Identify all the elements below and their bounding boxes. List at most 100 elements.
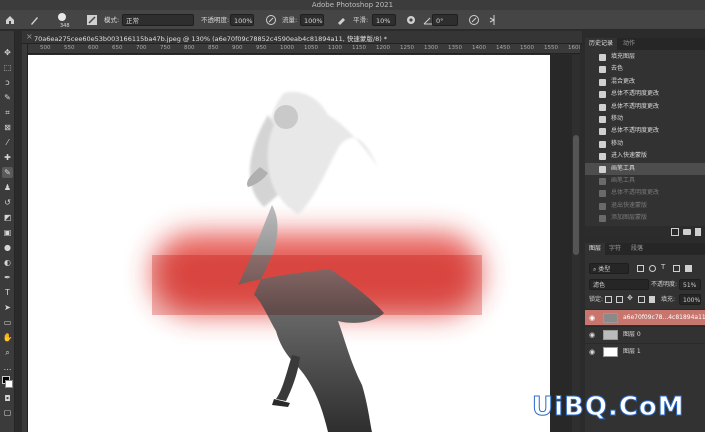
tab-actions[interactable]: 动作 <box>619 38 639 50</box>
frame-tool-icon[interactable]: ⊠ <box>2 122 13 133</box>
lock-artboard-icon[interactable] <box>638 296 645 303</box>
rectangle-tool-icon[interactable]: ▭ <box>2 317 13 328</box>
visibility-eye-icon[interactable]: ◉ <box>589 327 595 343</box>
filter-smart-object-icon[interactable] <box>685 265 692 272</box>
history-item[interactable]: 画笔工具 <box>585 162 705 176</box>
history-item[interactable]: 去色 <box>585 63 705 76</box>
ruler-tick-label: 1350 <box>448 45 462 51</box>
layer-opacity-input[interactable]: 51% <box>679 279 701 290</box>
mode-select[interactable]: 正常 <box>122 14 194 26</box>
tab-layers[interactable]: 图层 <box>585 243 606 255</box>
smoothing-input[interactable]: 10% <box>372 14 396 26</box>
layer-row[interactable]: ◉ a6e70f09c78...4c81894a11 <box>585 309 705 325</box>
history-brush-tool-icon[interactable]: ↺ <box>2 197 13 208</box>
visibility-eye-icon[interactable]: ◉ <box>589 310 595 326</box>
lock-all-icon[interactable] <box>649 296 655 303</box>
blend-mode-select[interactable]: 滤色 <box>589 279 649 290</box>
type-tool-icon[interactable]: T <box>2 287 13 298</box>
history-item[interactable]: 添加图层蒙版 <box>585 212 705 225</box>
ruler-tick-label: 1550 <box>544 45 558 51</box>
visibility-eye-icon[interactable]: ◉ <box>589 344 595 360</box>
ruler-tick-label: 1500 <box>520 45 534 51</box>
screen-mode-icon[interactable]: ▢ <box>2 407 13 418</box>
brush-tool-icon[interactable]: ✎ <box>2 167 13 178</box>
clone-stamp-tool-icon[interactable]: ♟ <box>2 182 13 193</box>
angle-input[interactable]: 0° <box>432 14 458 26</box>
canvas-area[interactable] <box>28 55 580 432</box>
filter-type-icon[interactable]: T <box>661 263 665 271</box>
quick-select-tool-icon[interactable]: ✎ <box>2 92 13 103</box>
history-step-icon <box>599 91 606 99</box>
history-item[interactable]: 退出快速蒙版 <box>585 200 705 213</box>
filter-shape-icon[interactable] <box>673 265 680 272</box>
brush-tool-preset-icon[interactable] <box>28 14 40 26</box>
eyedropper-tool-icon[interactable]: ⁄ <box>2 137 13 148</box>
ruler-tick-label: 1600 <box>568 45 580 51</box>
hand-tool-icon[interactable]: ✋ <box>2 332 13 343</box>
ruler-tick-label: 1050 <box>304 45 318 51</box>
opacity-input[interactable]: 100% <box>230 14 254 26</box>
brush-settings-icon[interactable] <box>86 14 98 26</box>
document-tab[interactable]: × 70a6ea275cee60e53b003166115ba47b.jpeg … <box>22 31 582 44</box>
history-panel: 历史记录 动作 填充图层 去色 混合更改 总体不透明度更改 总体不透明度更改 移动 总体不透… <box>585 38 705 238</box>
scrollbar-thumb[interactable] <box>573 135 579 255</box>
canvas-vertical-scrollbar[interactable] <box>572 55 580 432</box>
history-item-label: 退出快速蒙版 <box>611 201 648 209</box>
crop-tool-icon[interactable]: ⌗ <box>2 107 13 118</box>
layer-row[interactable]: ◉ 图层 0 <box>585 326 705 342</box>
new-document-from-state-icon[interactable] <box>671 228 679 236</box>
filter-pixel-icon[interactable] <box>637 265 644 272</box>
pen-tool-icon[interactable]: ✒ <box>2 272 13 283</box>
history-item[interactable]: 总体不透明度更改 <box>585 101 705 114</box>
camera-snapshot-icon[interactable] <box>683 229 691 235</box>
marquee-tool-icon[interactable]: ⬚ <box>2 62 13 73</box>
healing-brush-tool-icon[interactable]: ✚ <box>2 152 13 163</box>
gear-icon[interactable] <box>405 14 417 26</box>
home-icon[interactable] <box>4 14 16 26</box>
history-item[interactable]: 填充图层 <box>585 51 705 64</box>
history-item[interactable]: 总体不透明度更改 <box>585 88 705 101</box>
close-tab-icon[interactable]: × <box>26 32 33 41</box>
lock-position-icon[interactable]: ✥ <box>627 294 633 302</box>
blur-tool-icon[interactable]: ● <box>2 242 13 253</box>
symmetry-icon[interactable] <box>488 14 500 26</box>
lock-transparent-icon[interactable] <box>605 296 612 303</box>
layer-row[interactable]: ◉ 图层 1 <box>585 343 705 359</box>
more-tools-icon[interactable]: … <box>2 362 13 373</box>
pressure-size-icon[interactable] <box>468 14 480 26</box>
tab-character[interactable]: 字符 <box>605 243 625 255</box>
history-item[interactable]: 混合更改 <box>585 76 705 89</box>
layer-filter-select[interactable]: ⌕ 类型 <box>589 263 629 274</box>
trash-icon[interactable] <box>695 228 701 236</box>
history-item[interactable]: 进入快速蒙版 <box>585 150 705 163</box>
dodge-tool-icon[interactable]: ◐ <box>2 257 13 268</box>
path-selection-tool-icon[interactable]: ➤ <box>2 302 13 313</box>
background-color-swatch[interactable] <box>5 380 13 388</box>
ruler-tick-label: 800 <box>184 45 195 51</box>
flow-input[interactable]: 100% <box>300 14 324 26</box>
filter-kind-label: 类型 <box>598 266 611 273</box>
fill-input[interactable]: 100% <box>679 294 701 305</box>
brush-size-value: 348 <box>60 23 70 29</box>
zoom-tool-icon[interactable]: ⌕ <box>2 347 13 358</box>
pressure-opacity-icon[interactable] <box>265 14 277 26</box>
lasso-tool-icon[interactable]: ↄ <box>2 77 13 88</box>
layer-name: 图层 1 <box>623 348 641 355</box>
lock-image-icon[interactable] <box>616 296 623 303</box>
tab-paragraph[interactable]: 段落 <box>627 243 647 255</box>
filter-adjustment-icon[interactable] <box>649 265 656 272</box>
gradient-tool-icon[interactable]: ▣ <box>2 227 13 238</box>
history-item[interactable]: 画笔工具 <box>585 175 705 188</box>
document-canvas[interactable] <box>28 55 550 432</box>
quick-mask-icon[interactable]: ◘ <box>2 393 13 404</box>
history-item[interactable]: 移动 <box>585 113 705 126</box>
move-tool-icon[interactable]: ✥ <box>2 47 13 58</box>
history-item[interactable]: 总体不透明度更改 <box>585 125 705 138</box>
smoothing-label: 平滑: <box>353 16 369 24</box>
airbrush-icon[interactable] <box>336 14 348 26</box>
history-item[interactable]: 总体不透明度更改 <box>585 187 705 200</box>
tab-history[interactable]: 历史记录 <box>585 38 618 50</box>
history-item-label: 填充图层 <box>611 53 636 60</box>
history-item[interactable]: 移动 <box>585 138 705 151</box>
eraser-tool-icon[interactable]: ◩ <box>2 212 13 223</box>
